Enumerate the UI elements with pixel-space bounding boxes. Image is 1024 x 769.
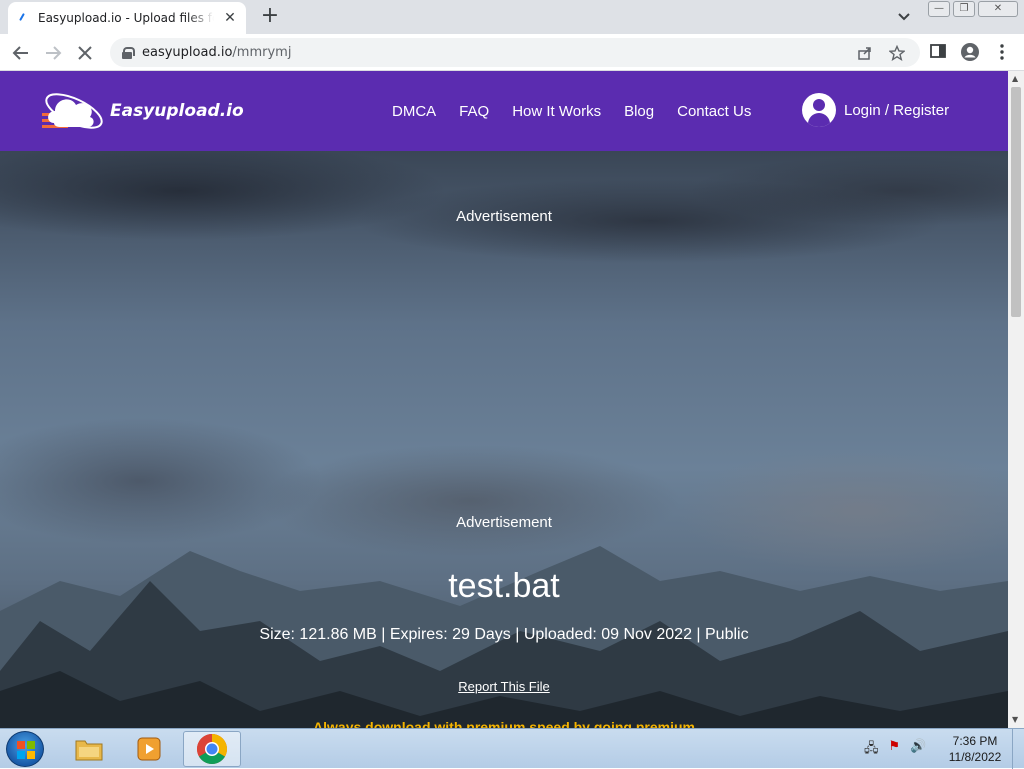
nav-dmca[interactable]: DMCA [392, 103, 436, 120]
window-close-button[interactable]: ✕ [978, 1, 1018, 17]
page-scrollbar[interactable]: ▲ ▼ [1008, 71, 1024, 728]
new-tab-button[interactable]: + [258, 5, 282, 29]
browser-toolbar: easyupload.io/mmrymj [0, 34, 1024, 71]
taskbar-media-player[interactable] [120, 731, 178, 767]
minimize-button[interactable]: — [928, 1, 950, 17]
nav-how-it-works[interactable]: How It Works [512, 103, 601, 120]
tab-title: Easyupload.io - Upload files for free [38, 11, 214, 25]
nav-blog[interactable]: Blog [624, 103, 654, 120]
lock-icon[interactable] [122, 46, 135, 59]
folder-icon [75, 740, 103, 761]
login-register-link[interactable]: Login / Register [794, 93, 949, 127]
loading-spinner-icon [16, 12, 28, 24]
profile-avatar-icon[interactable] [960, 42, 980, 62]
tab-strip: Easyupload.io - Upload files for free ✕ … [0, 0, 1024, 34]
file-name-heading: test.bat [448, 567, 560, 605]
site-header: Easyupload.io DMCA FAQ How It Works Blog… [0, 71, 1008, 151]
premium-promo-text[interactable]: Always download with premium speed by go… [0, 719, 1008, 728]
taskbar-chrome[interactable] [183, 731, 241, 767]
tab-search-chevron-icon[interactable] [894, 8, 914, 26]
scroll-up-arrow-icon[interactable]: ▲ [1012, 74, 1018, 83]
clock-time: 7:36 PM [952, 734, 998, 748]
windows-logo-icon [17, 741, 35, 759]
media-player-icon [137, 737, 161, 761]
user-avatar-icon [802, 93, 836, 127]
cloud-logo-icon [42, 93, 103, 129]
url-path: /mmrymj [232, 45, 292, 60]
show-desktop-button[interactable] [1012, 729, 1024, 769]
report-file-link[interactable]: Report This File [458, 679, 550, 694]
taskbar-file-explorer[interactable] [60, 731, 118, 767]
tab-close-icon[interactable]: ✕ [222, 10, 238, 26]
login-label: Login / Register [844, 101, 950, 119]
browser-tab-active[interactable]: Easyupload.io - Upload files for free ✕ [8, 2, 246, 34]
network-icon[interactable]: 🖧 [864, 739, 879, 761]
taskbar-clock[interactable]: 7:36 PM 11/8/2022 [940, 733, 1010, 765]
clock-date: 11/8/2022 [948, 750, 1002, 764]
main-nav: DMCA FAQ How It Works Blog Contact Us [392, 71, 774, 151]
restore-button[interactable]: ❐ [953, 1, 975, 17]
file-meta-info: Size: 121.86 MB | Expires: 29 Days | Upl… [259, 626, 749, 643]
site-logo[interactable]: Easyupload.io [40, 83, 244, 139]
share-icon[interactable] [856, 45, 874, 65]
bookmark-star-icon[interactable] [888, 44, 906, 65]
advertisement-label-middle: Advertisement [456, 514, 552, 531]
chrome-menu-icon[interactable] [992, 42, 1012, 62]
scroll-down-arrow-icon[interactable]: ▼ [1012, 715, 1018, 724]
nav-faq[interactable]: FAQ [459, 103, 489, 120]
url-host: easyupload.io [142, 45, 233, 60]
start-button[interactable] [6, 731, 44, 767]
logo-text: Easyupload.io [110, 101, 244, 121]
address-bar[interactable]: easyupload.io/mmrymj [110, 38, 920, 67]
stop-loading-button[interactable] [72, 40, 98, 66]
page-viewport: Easyupload.io DMCA FAQ How It Works Blog… [0, 71, 1008, 728]
chrome-icon [196, 734, 228, 765]
nav-contact-us[interactable]: Contact Us [677, 103, 751, 120]
advertisement-label-top: Advertisement [456, 208, 552, 225]
forward-button[interactable] [40, 40, 66, 66]
windows-taskbar: 🖧 ⚑ 🔊 7:36 PM 11/8/2022 [0, 728, 1024, 769]
back-button[interactable] [8, 40, 34, 66]
report-file-container: Report This File [0, 676, 1008, 695]
system-tray: 🖧 ⚑ 🔊 [864, 739, 926, 761]
action-center-flag-icon[interactable]: ⚑ [889, 739, 901, 761]
volume-icon[interactable]: 🔊 [910, 739, 926, 761]
scrollbar-thumb[interactable] [1011, 87, 1021, 317]
side-panel-icon[interactable] [928, 42, 948, 62]
